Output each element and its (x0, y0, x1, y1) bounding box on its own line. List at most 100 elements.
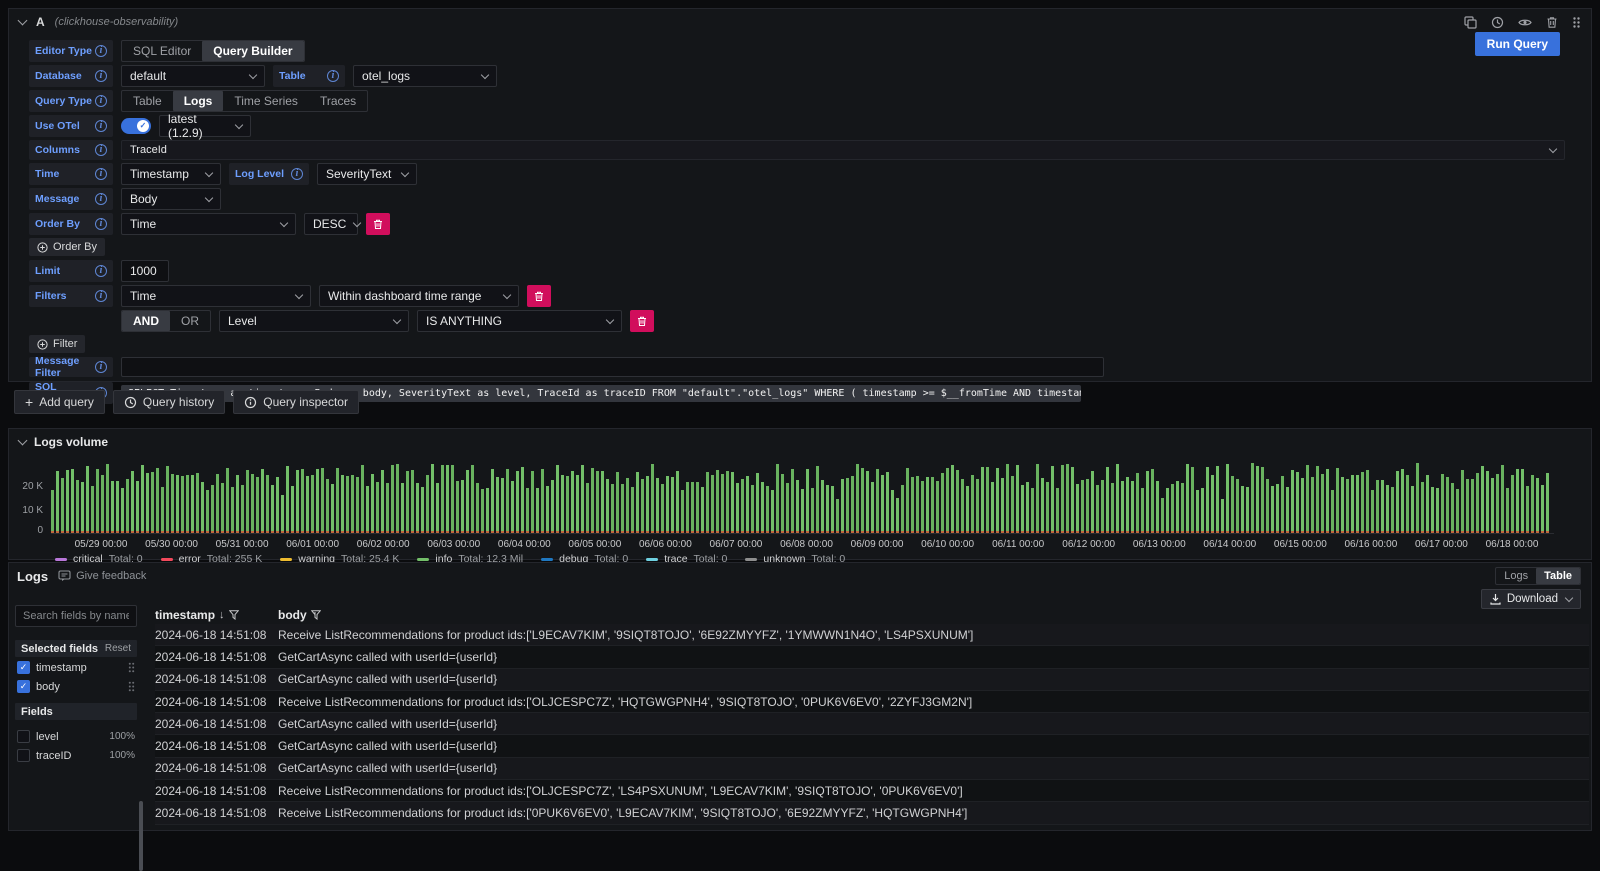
volume-bar (931, 477, 934, 533)
query-type-option-table[interactable]: Table (122, 91, 173, 111)
filter-funnel-icon[interactable] (311, 610, 321, 620)
volume-bar (521, 467, 524, 533)
info-icon[interactable]: i (95, 70, 107, 82)
query-history-button[interactable]: Query history (113, 390, 225, 414)
table-select[interactable]: otel_logs (353, 65, 497, 87)
log-level-select[interactable]: SeverityText (317, 163, 417, 185)
volume-bar (76, 480, 79, 533)
chevron-down-icon (295, 290, 303, 298)
drag-handle-icon[interactable] (1572, 16, 1581, 29)
info-icon[interactable]: i (95, 168, 107, 180)
filter1-operator-select[interactable]: Within dashboard time range (319, 285, 519, 307)
trash-icon[interactable] (1546, 16, 1558, 29)
query-row-header: A (clickhouse-observability) (9, 9, 1591, 35)
add-query-button[interactable]: +Add query (14, 390, 105, 414)
sidebar-scrollbar[interactable] (139, 801, 143, 871)
volume-bar (1356, 475, 1359, 533)
timestamp-column-header[interactable]: timestamp ↓ (155, 608, 278, 622)
info-icon[interactable]: i (95, 290, 107, 302)
volume-bar (291, 486, 294, 533)
use-otel-toggle[interactable]: ✓ (121, 118, 151, 134)
checkbox-unchecked[interactable] (17, 730, 30, 743)
time-column-select[interactable]: Timestamp (121, 163, 221, 185)
give-feedback-link[interactable]: Give feedback (58, 570, 146, 582)
volume-bar (1181, 483, 1184, 533)
log-table-row[interactable]: 2024-06-18 14:51:08GetCartAsync called w… (155, 713, 1589, 735)
info-icon[interactable]: i (95, 45, 107, 57)
volume-bar (1376, 480, 1379, 533)
filter-funnel-icon[interactable] (229, 610, 239, 620)
history-icon[interactable] (1491, 16, 1504, 29)
log-table-row[interactable]: 2024-06-18 14:51:08Receive ListRecommend… (155, 691, 1589, 713)
add-filter-button[interactable]: Filter (29, 335, 85, 353)
log-table-row[interactable]: 2024-06-18 14:51:08Receive ListRecommend… (155, 780, 1589, 802)
log-table-row[interactable]: 2024-06-18 14:51:08GetCartAsync called w… (155, 646, 1589, 668)
search-fields-input[interactable] (15, 605, 137, 627)
panel-collapse-chevron-icon[interactable] (18, 435, 28, 445)
run-query-button[interactable]: Run Query (1475, 32, 1560, 56)
eye-icon[interactable] (1518, 16, 1532, 29)
query-type-option-time-series[interactable]: Time Series (223, 91, 309, 111)
add-order-by-button[interactable]: Order By (29, 238, 105, 256)
otel-version-select[interactable]: latest (1.2.9) (159, 115, 251, 137)
volume-bar (401, 483, 404, 533)
query-inspector-button[interactable]: Query inspector (233, 390, 359, 414)
info-icon[interactable]: i (327, 70, 339, 82)
info-icon[interactable]: i (291, 168, 303, 180)
remove-order-by-button[interactable] (366, 213, 390, 235)
volume-bar (571, 471, 574, 533)
info-icon[interactable]: i (95, 218, 107, 230)
log-timestamp: 2024-06-18 14:51:08 (155, 784, 278, 798)
connector-option-or[interactable]: OR (170, 311, 210, 331)
log-table-row[interactable]: 2024-06-18 14:51:08Receive ListRecommend… (155, 802, 1589, 824)
info-icon[interactable]: i (95, 95, 107, 107)
volume-bar (101, 475, 104, 533)
query-type-option-logs[interactable]: Logs (173, 91, 224, 111)
volume-bar (201, 482, 204, 533)
info-icon[interactable]: i (95, 361, 107, 373)
remove-filter1-button[interactable] (527, 285, 551, 307)
body-column-header[interactable]: body (278, 608, 1589, 622)
checkbox-checked[interactable]: ✓ (17, 661, 30, 674)
filter1-field-select[interactable]: Time (121, 285, 311, 307)
info-icon[interactable]: i (95, 120, 107, 132)
sort-desc-icon[interactable]: ↓ (219, 609, 225, 621)
checkbox-checked[interactable]: ✓ (17, 680, 30, 693)
view-option-table[interactable]: Table (1536, 568, 1580, 584)
database-select[interactable]: default (121, 65, 265, 87)
log-table-row[interactable]: 2024-06-18 14:51:08Receive ListRecommend… (155, 624, 1589, 646)
logs-volume-chart[interactable] (51, 461, 1554, 534)
volume-bar (1051, 466, 1054, 533)
volume-bar (1521, 469, 1524, 533)
editor-type-option-query-builder[interactable]: Query Builder (202, 41, 303, 61)
volume-bar (1366, 470, 1369, 533)
reset-fields-button[interactable]: Reset (105, 643, 131, 654)
log-table-row[interactable]: 2024-06-18 14:51:08GetCartAsync called w… (155, 735, 1589, 757)
duplicate-icon[interactable] (1464, 16, 1477, 29)
message-column-select[interactable]: Body (121, 188, 221, 210)
editor-type-option-sql-editor[interactable]: SQL Editor (122, 41, 202, 61)
limit-input[interactable]: 1000 (121, 260, 169, 282)
info-icon[interactable]: i (95, 144, 107, 156)
view-option-logs[interactable]: Logs (1496, 568, 1536, 584)
message-filter-input[interactable] (121, 357, 1104, 377)
volume-bar (231, 487, 234, 533)
info-icon[interactable]: i (95, 265, 107, 277)
filter2-field-select[interactable]: Level (219, 310, 409, 332)
info-icon[interactable]: i (95, 193, 107, 205)
log-table-row[interactable]: 2024-06-18 14:51:08GetCartAsync called w… (155, 669, 1589, 691)
drag-handle-icon[interactable] (128, 681, 135, 692)
query-type-option-traces[interactable]: Traces (309, 91, 367, 111)
collapse-chevron-icon[interactable] (18, 15, 28, 25)
order-by-direction-select[interactable]: DESC (304, 213, 358, 235)
checkbox-unchecked[interactable] (17, 749, 30, 762)
legend-color-swatch (541, 558, 553, 561)
filter2-operator-select[interactable]: IS ANYTHING (417, 310, 622, 332)
log-table-row[interactable]: 2024-06-18 14:51:08GetCartAsync called w… (155, 758, 1589, 780)
drag-handle-icon[interactable] (128, 662, 135, 673)
order-by-field-select[interactable]: Time (121, 213, 296, 235)
remove-filter2-button[interactable] (630, 310, 654, 332)
volume-bar (1431, 487, 1434, 533)
connector-option-and[interactable]: AND (122, 311, 170, 331)
columns-multiselect[interactable]: TraceId (121, 140, 1565, 160)
